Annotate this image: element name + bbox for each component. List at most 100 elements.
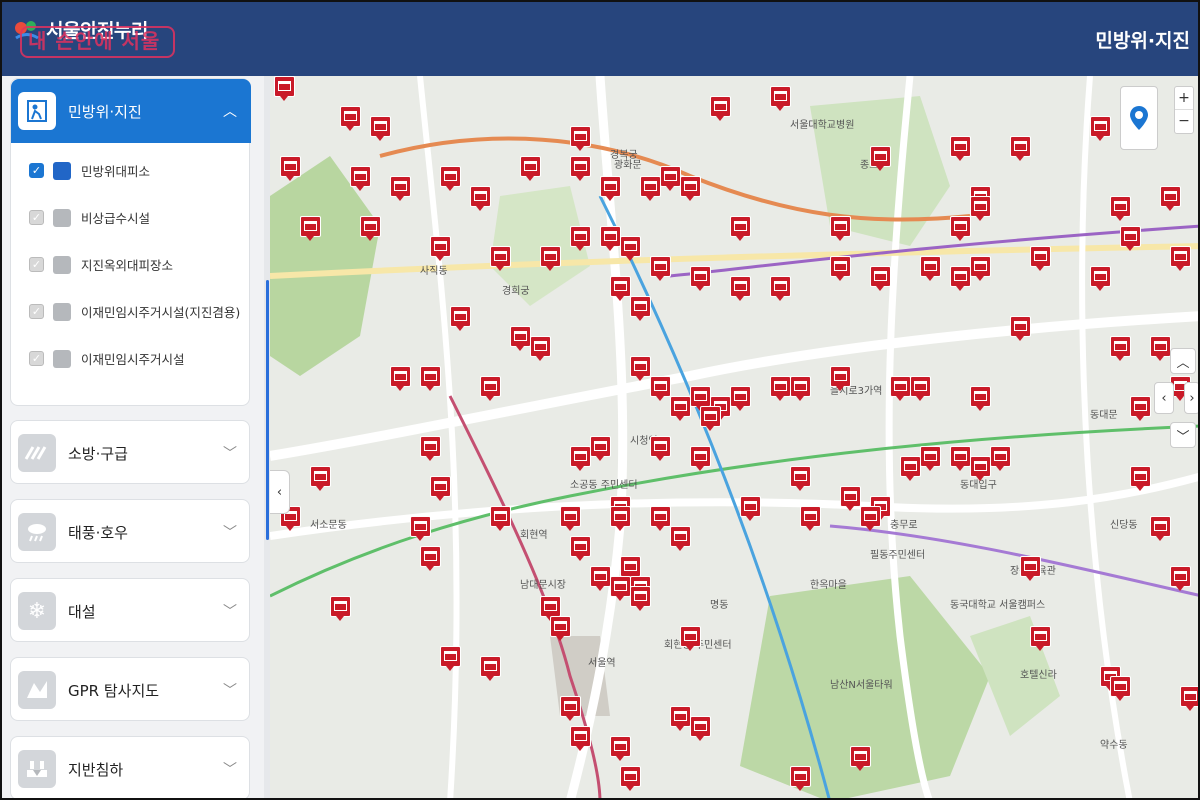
shelter-marker-icon[interactable] [430, 236, 451, 262]
shelter-marker-icon[interactable] [910, 376, 931, 402]
shelter-marker-icon[interactable] [680, 176, 701, 202]
shelter-marker-icon[interactable] [600, 226, 621, 252]
shelter-marker-icon[interactable] [410, 516, 431, 542]
shelter-marker-icon[interactable] [670, 526, 691, 552]
shelter-marker-icon[interactable] [870, 266, 891, 292]
shelter-marker-icon[interactable] [360, 216, 381, 242]
panel-subsidence[interactable]: 지반침하 ﹀ [10, 736, 251, 798]
shelter-marker-icon[interactable] [1020, 556, 1041, 582]
shelter-marker-icon[interactable] [690, 716, 711, 742]
shelter-marker-icon[interactable] [274, 76, 295, 102]
chevron-down-icon[interactable]: ﹀ [223, 601, 237, 621]
shelter-marker-icon[interactable] [790, 466, 811, 492]
shelter-marker-icon[interactable] [520, 156, 541, 182]
shelter-marker-icon[interactable] [920, 446, 941, 472]
shelter-marker-icon[interactable] [1090, 116, 1111, 142]
pan-down-button[interactable]: ﹀ [1170, 422, 1196, 448]
shelter-marker-icon[interactable] [390, 176, 411, 202]
shelter-marker-icon[interactable] [480, 656, 501, 682]
shelter-marker-icon[interactable] [730, 276, 751, 302]
shelter-marker-icon[interactable] [660, 166, 681, 192]
layer-checkbox[interactable]: ✓ [29, 304, 44, 319]
shelter-marker-icon[interactable] [1030, 626, 1051, 652]
layer-checkbox[interactable]: ✓ [29, 351, 44, 366]
panel-storm[interactable]: 태풍·호우 ﹀ [10, 499, 250, 563]
pan-left-button[interactable]: ‹ [1154, 382, 1174, 414]
shelter-marker-icon[interactable] [730, 216, 751, 242]
shelter-marker-icon[interactable] [770, 86, 791, 112]
shelter-marker-icon[interactable] [670, 706, 691, 732]
shelter-marker-icon[interactable] [970, 386, 991, 412]
shelter-marker-icon[interactable] [440, 646, 461, 672]
shelter-marker-icon[interactable] [900, 456, 921, 482]
shelter-marker-icon[interactable] [1170, 246, 1191, 272]
panel-storm-header[interactable]: 태풍·호우 ﹀ [11, 500, 251, 564]
shelter-marker-icon[interactable] [450, 306, 471, 332]
shelter-marker-icon[interactable] [630, 586, 651, 612]
shelter-marker-icon[interactable] [420, 366, 441, 392]
shelter-marker-icon[interactable] [1130, 466, 1151, 492]
panel-subsidence-header[interactable]: 지반침하 ﹀ [11, 737, 251, 798]
shelter-marker-icon[interactable] [650, 506, 671, 532]
shelter-marker-icon[interactable] [650, 376, 671, 402]
shelter-marker-icon[interactable] [1110, 676, 1131, 702]
panel-fire-rescue[interactable]: 소방·구급 ﹀ [10, 420, 250, 484]
zoom-out-button[interactable]: − [1175, 110, 1193, 133]
shelter-marker-icon[interactable] [790, 766, 811, 792]
layer-checkbox[interactable]: ✓ [29, 210, 44, 225]
shelter-marker-icon[interactable] [740, 496, 761, 522]
zoom-in-button[interactable]: + [1175, 87, 1193, 110]
map-view[interactable]: 경복궁 서울대학교병원 종묘 경희궁 시청역 서울역 남산N서울타워 동대문 신… [270, 76, 1198, 798]
shelter-marker-icon[interactable] [690, 266, 711, 292]
shelter-marker-icon[interactable] [830, 256, 851, 282]
shelter-marker-icon[interactable] [370, 116, 391, 142]
shelter-marker-icon[interactable] [1110, 196, 1131, 222]
chevron-down-icon[interactable]: ﹀ [223, 759, 237, 779]
shelter-marker-icon[interactable] [850, 746, 871, 772]
shelter-marker-icon[interactable] [630, 356, 651, 382]
my-location-button[interactable] [1120, 86, 1158, 150]
shelter-marker-icon[interactable] [800, 506, 821, 532]
pan-right-button[interactable]: › [1184, 382, 1198, 414]
shelter-marker-icon[interactable] [530, 336, 551, 362]
shelter-marker-icon[interactable] [1160, 186, 1181, 212]
shelter-marker-icon[interactable] [700, 406, 721, 432]
shelter-marker-icon[interactable] [300, 216, 321, 242]
shelter-marker-icon[interactable] [610, 576, 631, 602]
panel-snow[interactable]: ❄ 대설 ﹀ [10, 578, 250, 642]
shelter-marker-icon[interactable] [970, 256, 991, 282]
shelter-marker-icon[interactable] [620, 766, 641, 792]
shelter-marker-icon[interactable] [790, 376, 811, 402]
shelter-marker-icon[interactable] [430, 476, 451, 502]
shelter-marker-icon[interactable] [350, 166, 371, 192]
panel-gpr[interactable]: GPR 탐사지도 ﹀ [10, 657, 250, 721]
shelter-marker-icon[interactable] [870, 146, 891, 172]
shelter-marker-icon[interactable] [770, 376, 791, 402]
shelter-marker-icon[interactable] [570, 726, 591, 752]
sidebar-scroll-thumb[interactable] [266, 280, 269, 540]
shelter-marker-icon[interactable] [680, 626, 701, 652]
shelter-marker-icon[interactable] [630, 296, 651, 322]
shelter-marker-icon[interactable] [280, 156, 301, 182]
shelter-marker-icon[interactable] [510, 326, 531, 352]
shelter-marker-icon[interactable] [480, 376, 501, 402]
panel-gpr-header[interactable]: GPR 탐사지도 ﹀ [11, 658, 251, 722]
chevron-up-icon[interactable]: ︿ [223, 101, 237, 121]
shelter-marker-icon[interactable] [830, 366, 851, 392]
chevron-down-icon[interactable]: ﹀ [223, 680, 237, 700]
shelter-marker-icon[interactable] [1010, 316, 1031, 342]
shelter-marker-icon[interactable] [710, 96, 731, 122]
shelter-marker-icon[interactable] [990, 446, 1011, 472]
panel-civil-defense-header[interactable]: 민방위·지진 ︿ [11, 79, 251, 143]
shelter-marker-icon[interactable] [610, 506, 631, 532]
layer-item-water[interactable]: ✓ 비상급수시설 [11, 194, 251, 241]
shelter-marker-icon[interactable] [330, 596, 351, 622]
shelter-marker-icon[interactable] [540, 246, 561, 272]
shelter-marker-icon[interactable] [1030, 246, 1051, 272]
shelter-marker-icon[interactable] [1130, 396, 1151, 422]
shelter-marker-icon[interactable] [840, 486, 861, 512]
shelter-marker-icon[interactable] [1010, 136, 1031, 162]
layer-item-shelter[interactable]: ✓ 민방위대피소 [11, 147, 251, 194]
shelter-marker-icon[interactable] [440, 166, 461, 192]
panel-fire-rescue-header[interactable]: 소방·구급 ﹀ [11, 421, 251, 485]
